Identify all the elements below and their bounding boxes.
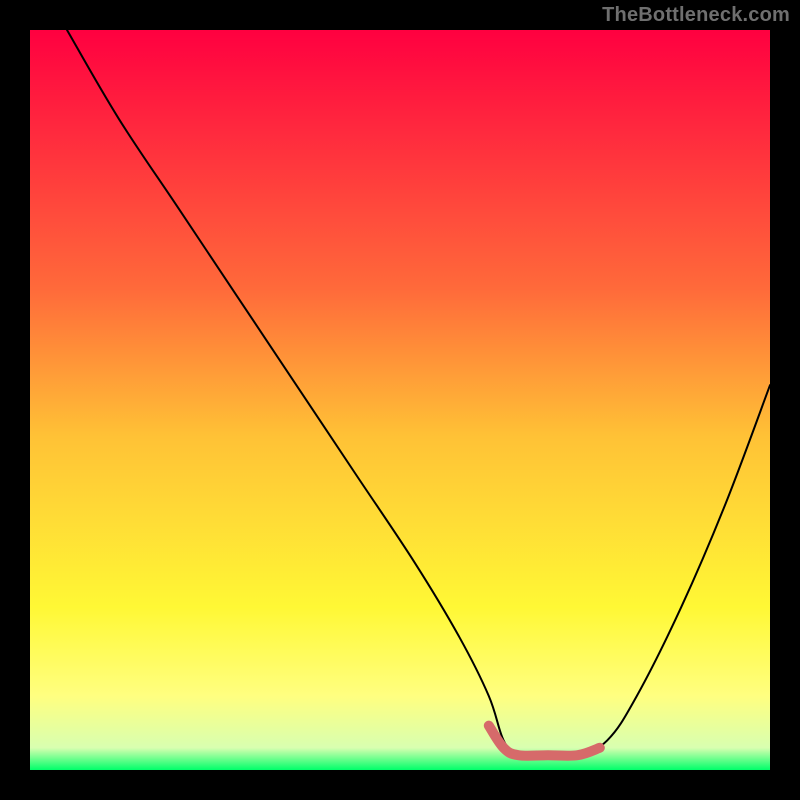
bottleneck-chart [0,0,800,800]
chart-stage: TheBottleneck.com [0,0,800,800]
watermark-text: TheBottleneck.com [602,4,790,27]
chart-plot-area [30,30,770,770]
